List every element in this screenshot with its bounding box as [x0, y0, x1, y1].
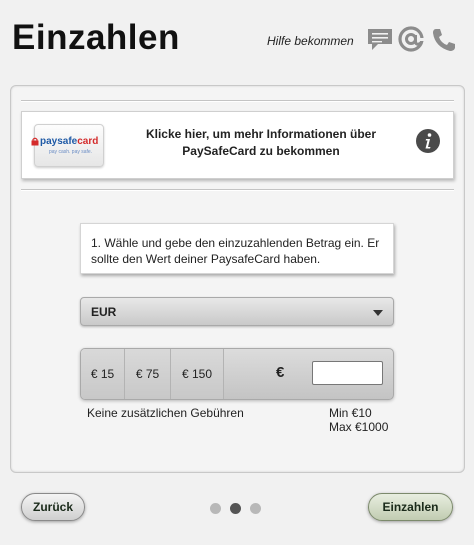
divider-middle: [21, 189, 454, 191]
currency-value: EUR: [91, 305, 117, 319]
paysafecard-info-box[interactable]: paysafecard pay cash. pay safe. Klicke h…: [21, 111, 454, 179]
paysafecard-logo: paysafecard pay cash. pay safe.: [31, 124, 104, 167]
currency-symbol: €: [276, 364, 285, 381]
step-dot-2: [230, 503, 241, 514]
step-line1: 1. Wähle und gebe den einzuzahlenden Bet…: [91, 236, 380, 250]
step-dot-1: [210, 503, 221, 514]
amount-preset-150[interactable]: € 150: [171, 349, 224, 399]
deposit-panel: paysafecard pay cash. pay safe. Klicke h…: [10, 85, 465, 473]
divider-top: [21, 100, 454, 102]
step-line2: sollte den Wert deiner PaysafeCard haben…: [91, 252, 321, 266]
currency-select[interactable]: EUR: [80, 297, 394, 326]
page-title: Einzahlen: [12, 18, 180, 57]
logo-brand-a: paysafe: [40, 136, 78, 147]
amount-input[interactable]: [312, 361, 383, 385]
max-limit: Max €1000: [329, 420, 389, 434]
step-dot-3: [250, 503, 261, 514]
info-text: Klicke hier, um mehr Informationen über …: [126, 126, 396, 160]
chevron-down-icon: [373, 310, 383, 316]
help-link[interactable]: Hilfe bekommen: [267, 34, 354, 48]
at-icon[interactable]: [397, 25, 425, 53]
info-text-line1: Klicke hier, um mehr Informationen über: [145, 127, 377, 141]
fees-text: Keine zusätzlichen Gebühren: [87, 406, 244, 420]
phone-icon[interactable]: [430, 26, 458, 54]
amount-limits: Min €10 Max €1000: [329, 406, 388, 434]
chat-icon[interactable]: [366, 26, 394, 54]
amount-preset-15[interactable]: € 15: [81, 349, 125, 399]
step-indicator: [210, 503, 270, 515]
min-limit: Min €10: [329, 406, 372, 420]
deposit-button[interactable]: Einzahlen: [368, 493, 453, 521]
logo-slogan: pay cash. pay safe.: [49, 149, 93, 155]
amount-bar: € 15 € 75 € 150 €: [80, 348, 394, 400]
info-text-line2: PaySafeCard zu bekommen: [182, 144, 340, 158]
step-instructions: 1. Wähle und gebe den einzuzahlenden Bet…: [80, 223, 394, 274]
amount-preset-75[interactable]: € 75: [125, 349, 171, 399]
back-button[interactable]: Zurück: [21, 493, 85, 521]
info-icon[interactable]: [415, 128, 441, 154]
logo-brand-b: card: [77, 136, 99, 147]
lock-icon: [31, 137, 39, 146]
